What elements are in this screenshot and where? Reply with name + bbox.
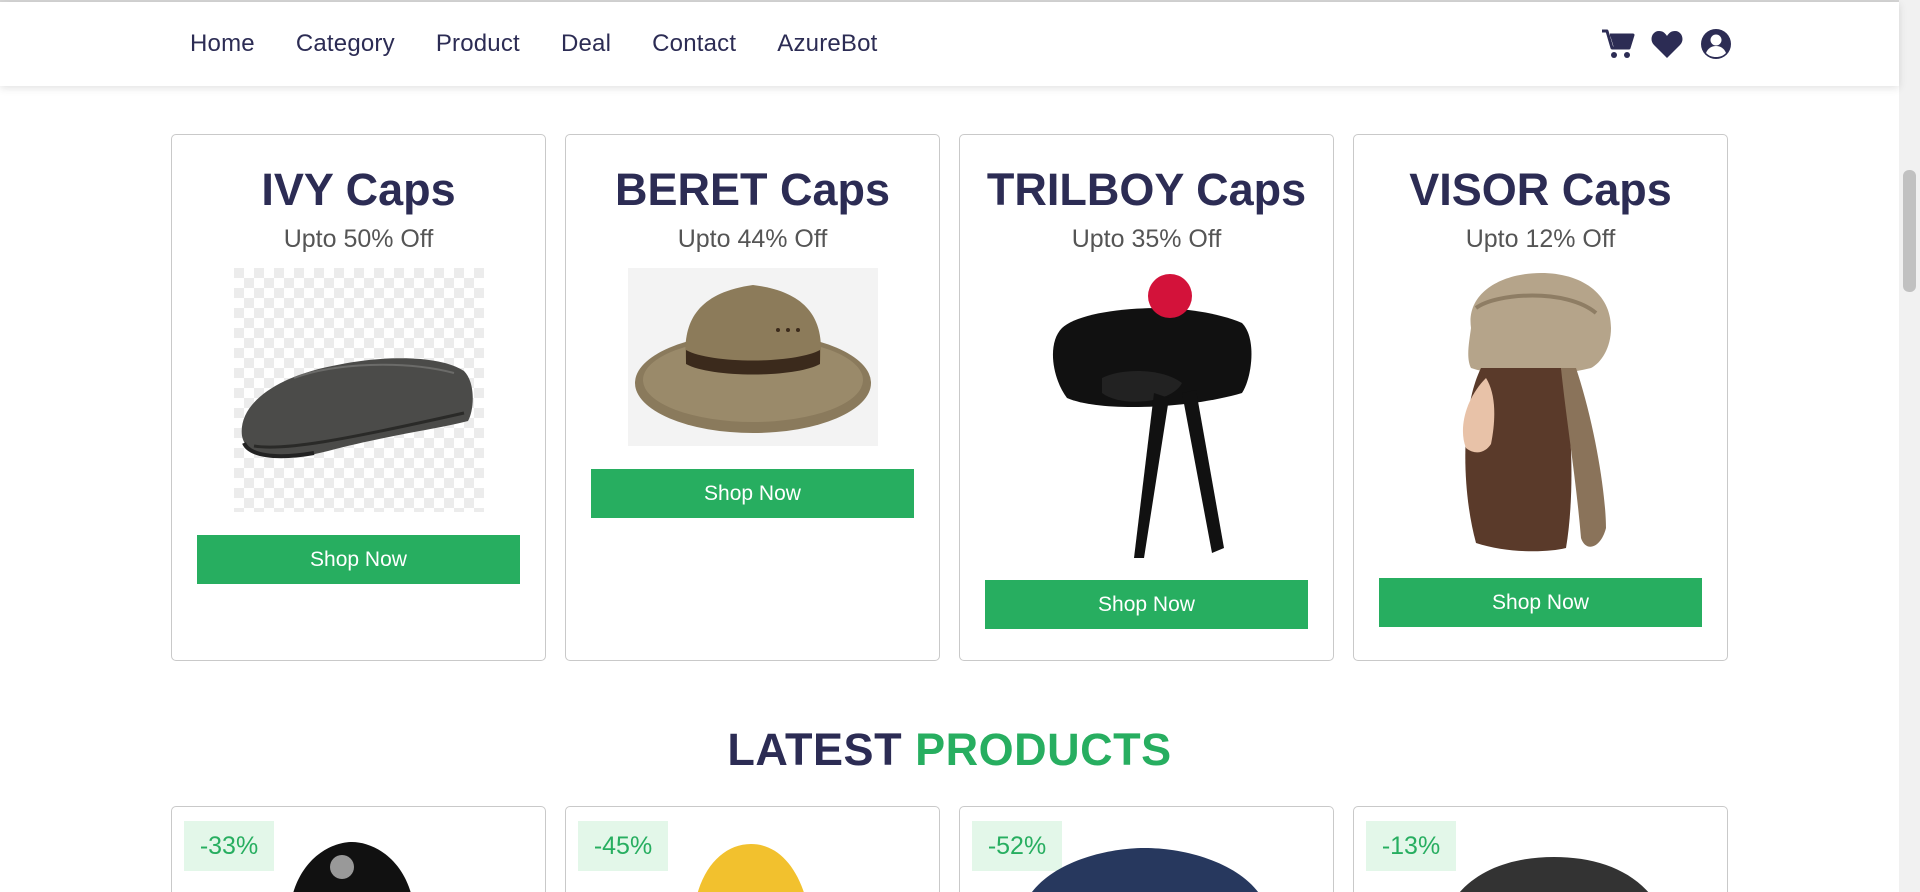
nav-links: Home Category Product Deal Contact Azure… <box>190 2 919 86</box>
product-card[interactable]: -45% <box>565 806 940 892</box>
nav-category[interactable]: Category <box>296 30 395 58</box>
deal-offer: Upto 44% Off <box>677 225 828 253</box>
heading-part-2: PRODUCTS <box>915 724 1172 775</box>
deal-offer: Upto 12% Off <box>1465 225 1616 253</box>
product-card[interactable]: -13% <box>1353 806 1728 892</box>
user-icon[interactable] <box>1698 26 1734 62</box>
discount-badge: -13% <box>1366 821 1456 871</box>
deal-title: BERET Caps <box>614 164 891 215</box>
heart-icon[interactable] <box>1649 26 1685 62</box>
deal-title: IVY Caps <box>261 164 456 215</box>
deal-card-visor: VISOR Caps Upto 12% Off Shop Now <box>1353 134 1728 661</box>
deal-card-ivy: IVY Caps Upto 50% Off Shop Now <box>171 134 546 661</box>
product-image <box>697 844 804 892</box>
product-image <box>1459 857 1649 892</box>
product-card[interactable]: -52% <box>959 806 1334 892</box>
page-scrollbar[interactable] <box>1899 0 1920 892</box>
shop-now-button[interactable]: Shop Now <box>985 580 1308 629</box>
navbar: Home Category Product Deal Contact Azure… <box>0 2 1899 86</box>
nav-contact[interactable]: Contact <box>652 30 736 58</box>
fur-hat-image <box>1415 268 1666 556</box>
product-card[interactable]: -33% <box>171 806 546 892</box>
shop-now-button[interactable]: Shop Now <box>591 469 914 518</box>
scrollbar-thumb[interactable] <box>1903 170 1916 292</box>
shop-now-button[interactable]: Shop Now <box>1379 578 1702 627</box>
deal-offer: Upto 50% Off <box>283 225 434 253</box>
nav-deal[interactable]: Deal <box>561 30 611 58</box>
nav-home[interactable]: Home <box>190 30 255 58</box>
nav-azurebot[interactable]: AzureBot <box>777 30 877 58</box>
discount-badge: -33% <box>184 821 274 871</box>
heading-part-1: LATEST <box>727 724 903 775</box>
nav-icons <box>1600 26 1747 62</box>
nav-product[interactable]: Product <box>436 30 520 58</box>
deal-card-trilboy: TRILBOY Caps Upto 35% Off Shop Now <box>959 134 1334 661</box>
product-image <box>293 842 411 892</box>
ivy-cap-image <box>233 268 484 512</box>
discount-badge: -45% <box>578 821 668 871</box>
deals-section: IVY Caps Upto 50% Off Shop Now BERET Cap… <box>171 134 1729 661</box>
product-image <box>1032 848 1258 892</box>
glengarry-cap-image <box>1031 268 1262 558</box>
latest-products-grid: -33% -45% -52% -13% <box>171 806 1729 892</box>
cart-icon[interactable] <box>1600 26 1636 62</box>
felt-hat-image <box>627 268 878 446</box>
deal-title: TRILBOY Caps <box>986 164 1307 215</box>
deal-offer: Upto 35% Off <box>1071 225 1222 253</box>
deal-card-beret: BERET Caps Upto 44% Off Shop Now <box>565 134 940 661</box>
shop-now-button[interactable]: Shop Now <box>197 535 520 584</box>
latest-products-heading: LATEST PRODUCTS <box>0 724 1899 776</box>
deal-title: VISOR Caps <box>1409 164 1672 215</box>
